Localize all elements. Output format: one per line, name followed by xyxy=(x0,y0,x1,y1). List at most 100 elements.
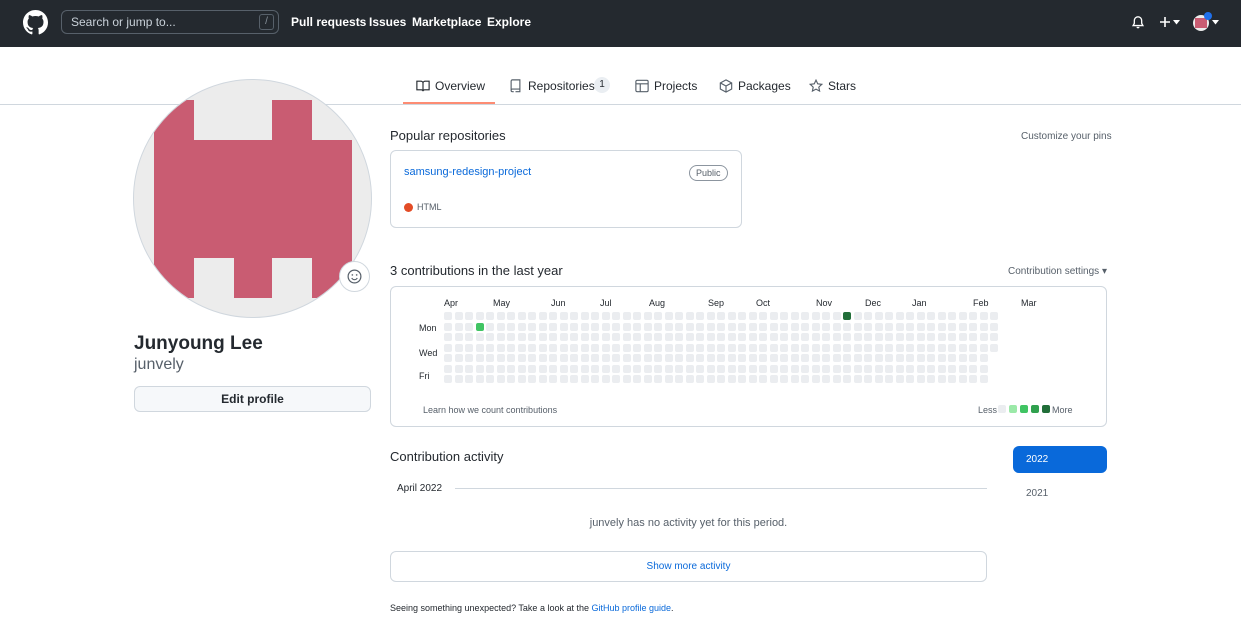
contribution-day-cell[interactable] xyxy=(664,322,673,331)
contribution-day-cell[interactable] xyxy=(538,343,547,352)
contribution-day-cell[interactable] xyxy=(591,333,599,341)
contribution-day-cell[interactable] xyxy=(958,322,967,331)
contribution-day-cell[interactable] xyxy=(811,364,820,373)
contribution-day-cell[interactable] xyxy=(507,375,515,383)
tab-projects[interactable]: Projects xyxy=(635,77,700,105)
contribution-day-cell[interactable] xyxy=(496,312,505,320)
contribution-day-cell[interactable] xyxy=(885,333,893,341)
contribution-day-cell[interactable] xyxy=(706,354,715,362)
contribution-day-cell[interactable] xyxy=(969,364,977,373)
contribution-day-cell[interactable] xyxy=(612,343,620,352)
contribution-day-cell[interactable] xyxy=(517,322,526,331)
contribution-day-cell[interactable] xyxy=(570,354,578,362)
contribution-day-cell[interactable] xyxy=(895,343,904,352)
contribution-day-cell[interactable] xyxy=(643,333,652,341)
contribution-day-cell[interactable] xyxy=(612,354,620,362)
contribution-day-cell[interactable] xyxy=(643,354,652,362)
contribution-day-cell[interactable] xyxy=(559,364,568,373)
customize-pins-link[interactable]: Customize your pins xyxy=(1021,131,1112,142)
contribution-day-cell[interactable] xyxy=(685,364,694,373)
contribution-day-cell[interactable] xyxy=(580,343,589,352)
contribution-day-cell[interactable] xyxy=(790,375,799,383)
avatar[interactable] xyxy=(1192,12,1212,32)
contribution-day-cell[interactable] xyxy=(580,322,589,331)
contribution-day-cell[interactable] xyxy=(969,312,977,320)
contribution-day-cell[interactable] xyxy=(706,343,715,352)
contribution-day-cell[interactable] xyxy=(979,333,988,341)
contribution-day-cell[interactable] xyxy=(780,322,788,331)
contribution-day-cell[interactable] xyxy=(528,333,536,341)
contribution-day-cell[interactable] xyxy=(874,322,883,331)
contribution-day-cell[interactable] xyxy=(517,364,526,373)
contribution-day-cell[interactable] xyxy=(916,375,925,383)
contribution-day-cell[interactable] xyxy=(685,354,694,362)
contribution-day-cell[interactable] xyxy=(864,312,872,320)
contribution-day-cell[interactable] xyxy=(475,333,484,341)
contribution-day-cell[interactable] xyxy=(969,354,977,362)
contribution-day-cell[interactable] xyxy=(769,312,778,320)
contribution-day-cell[interactable] xyxy=(811,333,820,341)
contribution-day-cell[interactable] xyxy=(969,375,977,383)
contribution-day-cell[interactable] xyxy=(601,364,610,373)
contribution-day-cell[interactable] xyxy=(475,343,484,352)
contribution-day-cell[interactable] xyxy=(811,322,820,331)
contribution-day-cell[interactable] xyxy=(990,312,998,320)
contribution-day-cell[interactable] xyxy=(633,322,641,331)
contribution-day-cell[interactable] xyxy=(612,312,620,320)
contribution-day-cell[interactable] xyxy=(843,364,851,373)
contribution-day-cell[interactable] xyxy=(843,375,851,383)
contribution-day-cell[interactable] xyxy=(769,322,778,331)
contribution-day-cell[interactable] xyxy=(654,364,662,373)
contribution-day-cell[interactable] xyxy=(444,354,452,362)
contribution-day-cell[interactable] xyxy=(675,322,683,331)
contribution-day-cell[interactable] xyxy=(979,322,988,331)
contribution-day-cell[interactable] xyxy=(738,312,746,320)
contribution-day-cell[interactable] xyxy=(780,364,788,373)
contribution-day-cell[interactable] xyxy=(696,322,704,331)
plus-icon[interactable] xyxy=(1159,16,1171,28)
contribution-day-cell[interactable] xyxy=(738,364,746,373)
contribution-day-cell[interactable] xyxy=(654,322,662,331)
contribution-day-cell[interactable] xyxy=(958,375,967,383)
contribution-day-cell[interactable] xyxy=(832,343,841,352)
contribution-day-cell[interactable] xyxy=(633,312,641,320)
contribution-day-cell[interactable] xyxy=(759,375,767,383)
contribution-day-cell[interactable] xyxy=(496,354,505,362)
contribution-day-cell[interactable] xyxy=(528,375,536,383)
contribution-day-cell[interactable] xyxy=(591,322,599,331)
contribution-day-cell[interactable] xyxy=(738,354,746,362)
contribution-day-cell[interactable] xyxy=(759,354,767,362)
contribution-day-cell[interactable] xyxy=(874,375,883,383)
contribution-day-cell[interactable] xyxy=(496,375,505,383)
contribution-day-cell[interactable] xyxy=(717,354,725,362)
contribution-day-cell[interactable] xyxy=(748,343,757,352)
contribution-day-cell[interactable] xyxy=(465,312,473,320)
contribution-day-cell[interactable] xyxy=(748,375,757,383)
contribution-day-cell[interactable] xyxy=(759,364,767,373)
contribution-day-cell[interactable] xyxy=(927,364,935,373)
contribution-day-cell[interactable] xyxy=(696,375,704,383)
contribution-day-cell[interactable] xyxy=(843,343,851,352)
contribution-day-cell[interactable] xyxy=(612,364,620,373)
contribution-day-cell[interactable] xyxy=(937,364,946,373)
contribution-day-cell[interactable] xyxy=(948,354,956,362)
contribution-day-cell[interactable] xyxy=(748,312,757,320)
contribution-day-cell[interactable] xyxy=(780,333,788,341)
contribution-day-cell[interactable] xyxy=(874,333,883,341)
contribution-day-cell[interactable] xyxy=(864,375,872,383)
contribution-day-cell[interactable] xyxy=(717,343,725,352)
contribution-day-cell[interactable] xyxy=(570,343,578,352)
contribution-day-cell[interactable] xyxy=(612,322,620,331)
contribution-day-cell[interactable] xyxy=(969,343,977,352)
contribution-day-cell[interactable] xyxy=(517,375,526,383)
contribution-day-cell[interactable] xyxy=(538,333,547,341)
contribution-day-cell[interactable] xyxy=(643,375,652,383)
contribution-day-cell[interactable] xyxy=(790,343,799,352)
contribution-settings-dropdown[interactable]: Contribution settings ▾ xyxy=(1008,266,1107,277)
contribution-day-cell[interactable] xyxy=(664,375,673,383)
contribution-day-cell[interactable] xyxy=(454,354,463,362)
contribution-day-cell[interactable] xyxy=(874,364,883,373)
contribution-day-cell[interactable] xyxy=(727,312,736,320)
contribution-day-cell[interactable] xyxy=(717,322,725,331)
contribution-day-cell[interactable] xyxy=(570,333,578,341)
